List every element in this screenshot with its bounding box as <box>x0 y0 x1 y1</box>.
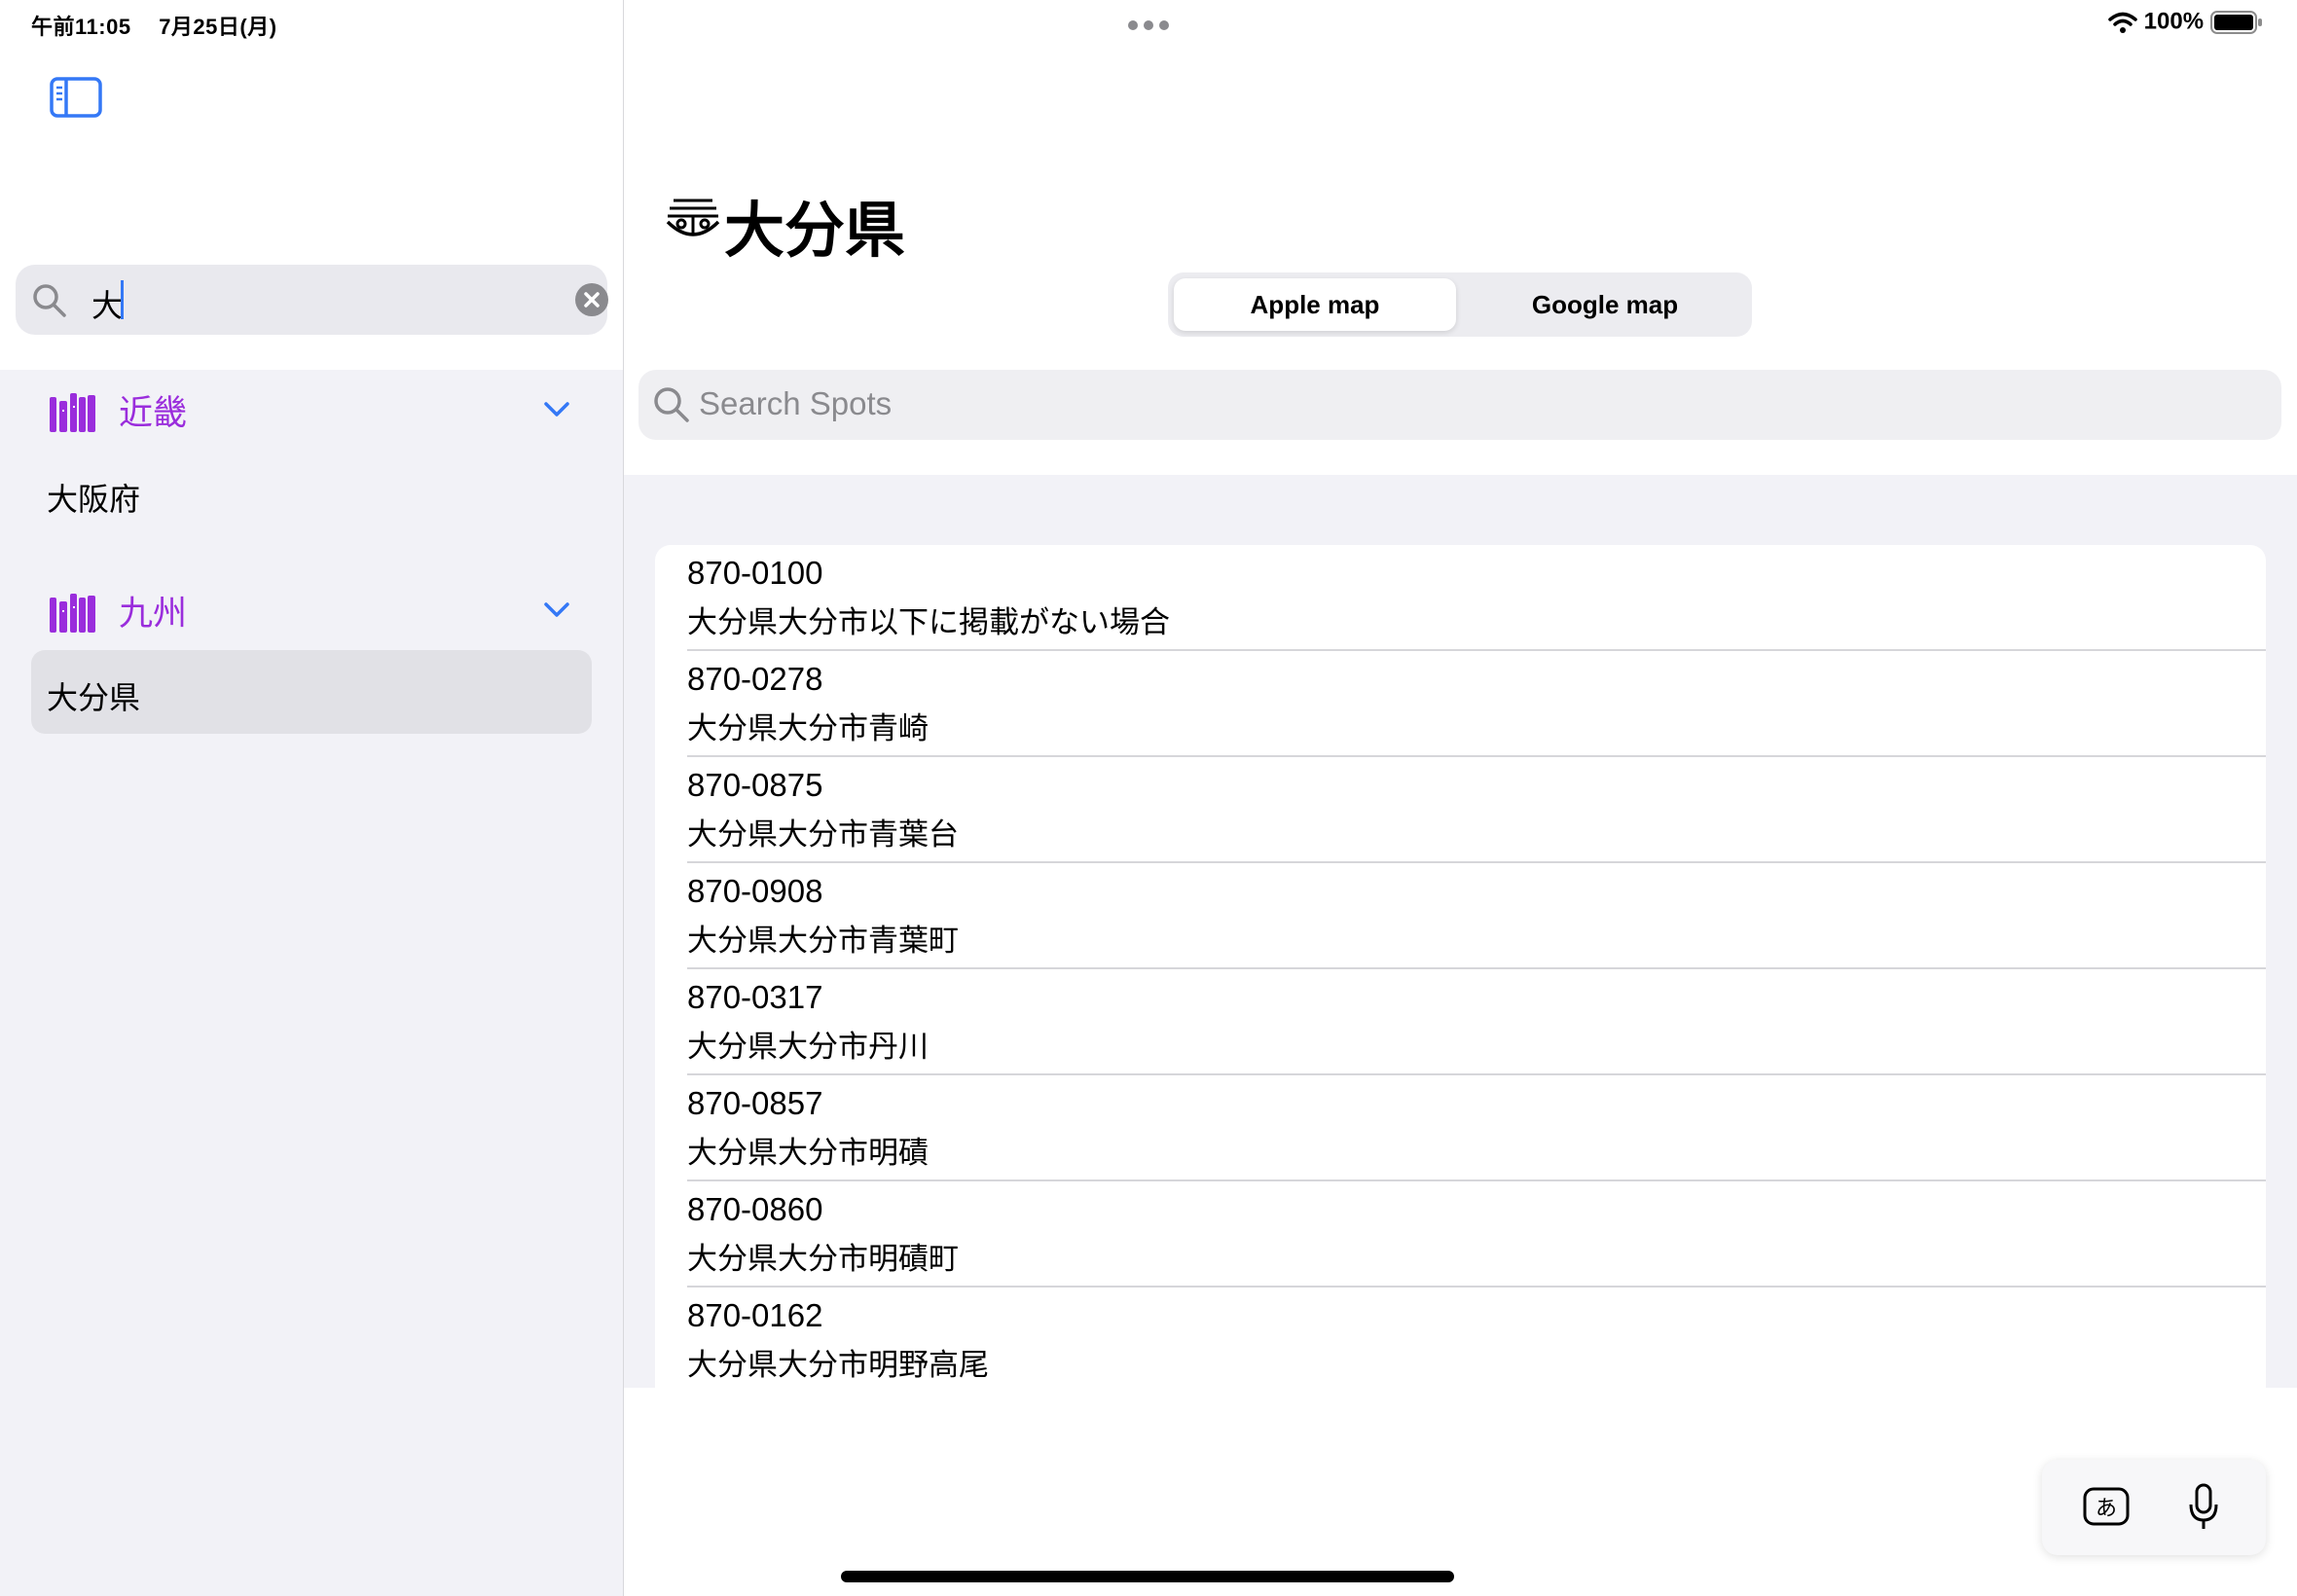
chevron-down-icon[interactable] <box>543 399 570 420</box>
microphone-icon[interactable] <box>2188 1483 2219 1532</box>
text-caret <box>121 280 124 319</box>
sidebar-search-input[interactable]: 大 <box>91 281 123 326</box>
postal-code: 870-0875 <box>687 767 823 803</box>
battery-percent: 100% <box>2143 8 2205 35</box>
postal-code: 870-0317 <box>687 979 823 1015</box>
segment-apple-map[interactable]: Apple map <box>1174 278 1456 331</box>
sidebar: 午前11:05 7月25日(月) 大 近畿 大阪府 九州 大分県 <box>0 0 624 1596</box>
list-item[interactable]: 870-0860 大分県大分市明磧町 <box>655 1181 2266 1288</box>
group-header-kinki[interactable]: 近畿 <box>0 376 623 444</box>
sidebar-toggle-icon[interactable] <box>49 76 103 119</box>
list-item[interactable]: 870-0278 大分県大分市青崎 <box>655 651 2266 757</box>
address: 大分県大分市丹川 <box>687 1030 929 1065</box>
sidebar-item-osaka[interactable]: 大阪府 <box>31 452 592 535</box>
battery-icon <box>2209 10 2262 34</box>
prefecture-emblem-icon <box>666 199 720 236</box>
page-title: 大分県 <box>724 195 906 266</box>
address: 大分県大分市青崎 <box>687 711 929 746</box>
list-item[interactable]: 870-0875 大分県大分市青葉台 <box>655 757 2266 863</box>
group-title: 近畿 <box>119 394 188 433</box>
spot-search-input[interactable]: Search Spots <box>699 385 892 422</box>
list-item[interactable]: 870-0100 大分県大分市以下に掲載がない場合 <box>655 545 2266 651</box>
results-list: 870-0100 大分県大分市以下に掲載がない場合 870-0278 大分県大分… <box>655 545 2266 1388</box>
status-date: 7月25日(月) <box>159 15 277 39</box>
status-time: 午前11:05 <box>31 15 131 39</box>
books-icon <box>50 594 95 633</box>
postal-code: 870-0860 <box>687 1191 823 1227</box>
address: 大分県大分市明磧 <box>687 1136 929 1171</box>
postal-code: 870-0908 <box>687 873 823 909</box>
books-icon <box>50 393 95 432</box>
kana-keyboard-icon[interactable]: あ <box>2083 1487 2130 1526</box>
group-header-kyushu[interactable]: 九州 <box>0 576 623 644</box>
group-title: 九州 <box>119 595 188 634</box>
home-indicator[interactable] <box>841 1571 1454 1582</box>
list-item[interactable]: 870-0162 大分県大分市明野高尾 <box>655 1288 2266 1388</box>
address: 大分県大分市明磧町 <box>687 1242 959 1277</box>
address: 大分県大分市青葉町 <box>687 924 959 959</box>
address: 大分県大分市青葉台 <box>687 817 959 852</box>
chevron-down-icon[interactable] <box>543 599 570 621</box>
multitask-dots-icon[interactable] <box>1127 19 1170 31</box>
segment-google-map[interactable]: Google map <box>1464 278 1746 331</box>
sidebar-item-oita[interactable]: 大分県 <box>31 650 592 734</box>
sidebar-item-label: 大分県 <box>47 679 141 716</box>
keyboard-accessory: あ <box>2042 1460 2266 1555</box>
list-item[interactable]: 870-0908 大分県大分市青葉町 <box>655 863 2266 969</box>
address: 大分県大分市以下に掲載がない場合 <box>687 605 1170 640</box>
spot-search-field[interactable]: Search Spots <box>638 370 2281 440</box>
list-item[interactable]: 870-0317 大分県大分市丹川 <box>655 969 2266 1075</box>
status-bar-left: 午前11:05 7月25日(月) <box>31 10 299 41</box>
list-item[interactable]: 870-0857 大分県大分市明磧 <box>655 1075 2266 1181</box>
search-icon <box>33 284 66 317</box>
kana-label: あ <box>2096 1497 2117 1521</box>
sidebar-search-field[interactable]: 大 <box>16 265 609 335</box>
postal-code: 870-0100 <box>687 555 823 591</box>
status-bar-right: 100% <box>2108 8 2263 41</box>
wifi-icon <box>2108 12 2137 33</box>
postal-code: 870-0857 <box>687 1085 823 1121</box>
search-icon <box>654 387 689 422</box>
clear-icon[interactable] <box>574 282 609 317</box>
address: 大分県大分市明野高尾 <box>687 1348 989 1383</box>
sidebar-item-label: 大阪府 <box>47 481 141 518</box>
postal-code: 870-0162 <box>687 1297 823 1333</box>
map-segmented-control[interactable]: Apple map Google map <box>1168 272 1752 337</box>
postal-code: 870-0278 <box>687 661 823 697</box>
